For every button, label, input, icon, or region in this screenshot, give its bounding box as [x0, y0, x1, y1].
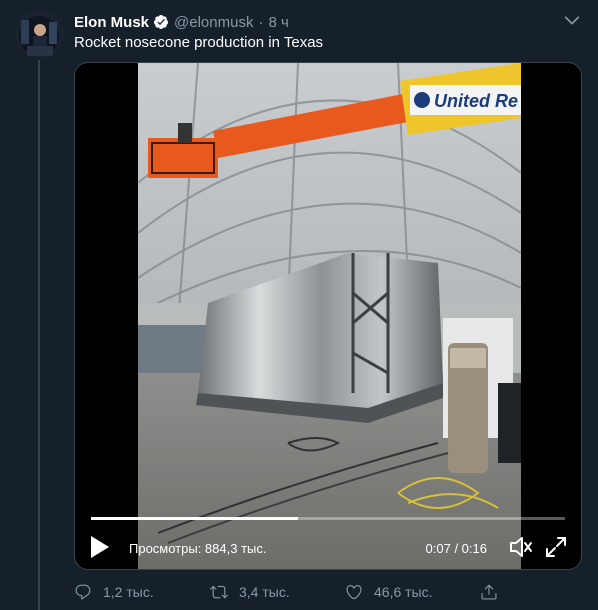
tweet-actions: 1,2 тыс. 3,4 тыс. 46,6 тыс.: [74, 582, 582, 602]
author-handle[interactable]: @elonmusk: [174, 14, 253, 31]
tweet-header: Elon Musk @elonmusk · 8 ч: [74, 12, 289, 32]
retweet-button[interactable]: 3,4 тыс.: [210, 582, 290, 602]
reply-icon: [75, 584, 91, 600]
author-name[interactable]: Elon Musk: [74, 14, 149, 31]
tweet[interactable]: Elon Musk @elonmusk · 8 ч Rocket nosecon…: [0, 0, 598, 610]
thread-line: [38, 60, 40, 610]
share-icon: [481, 584, 497, 600]
lift-sign-text: United Re: [434, 91, 518, 111]
view-count: Просмотры: 884,3 тыс.: [129, 541, 267, 556]
reply-button[interactable]: 1,2 тыс.: [74, 582, 154, 602]
volume-muted-icon[interactable]: [509, 536, 533, 558]
avatar[interactable]: [15, 10, 64, 59]
tweet-timestamp[interactable]: 8 ч: [268, 14, 288, 31]
video-progress-bar[interactable]: [91, 517, 565, 520]
video-controls: Просмотры: 884,3 тыс. 0:07 / 0:16: [75, 533, 581, 563]
verified-badge-icon: [154, 15, 169, 29]
share-button[interactable]: [480, 582, 498, 602]
heart-icon: [346, 585, 362, 600]
chevron-down-icon[interactable]: [562, 10, 582, 30]
play-icon[interactable]: [89, 535, 111, 559]
video-frame: United Re: [138, 63, 521, 569]
video-progress-fill: [91, 517, 299, 520]
like-button[interactable]: 46,6 тыс.: [345, 582, 433, 602]
reply-count: 1,2 тыс.: [103, 584, 154, 600]
video-player[interactable]: United Re Просмотры: 884,3 тыс. 0:07 / 0…: [74, 62, 582, 570]
video-timecode: 0:07 / 0:16: [425, 541, 487, 556]
like-count: 46,6 тыс.: [374, 584, 433, 600]
fullscreen-icon[interactable]: [545, 536, 567, 558]
retweet-icon: [210, 585, 228, 599]
tweet-text: Rocket nosecone production in Texas: [74, 34, 324, 51]
separator-dot: ·: [258, 13, 264, 31]
retweet-count: 3,4 тыс.: [239, 584, 290, 600]
